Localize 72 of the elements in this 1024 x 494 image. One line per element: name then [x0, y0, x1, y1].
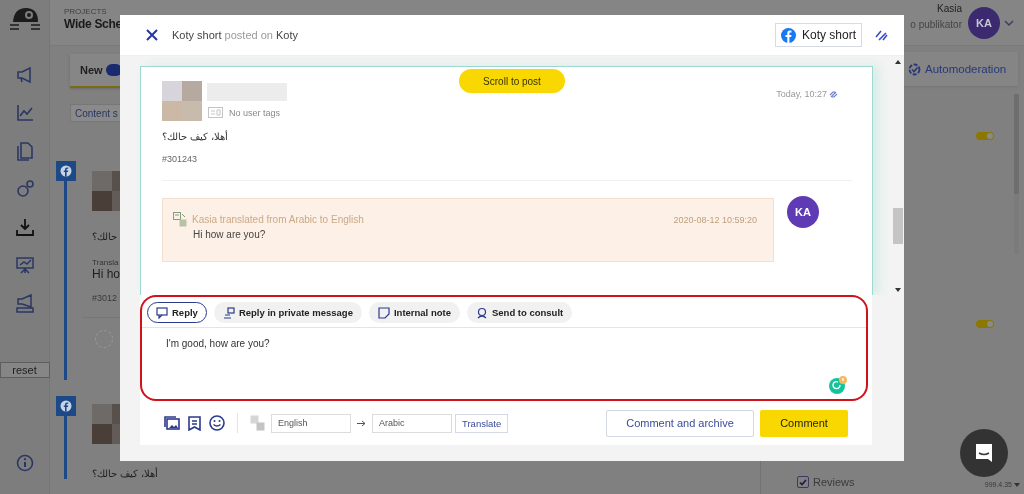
- checkmark-icon: [799, 478, 807, 486]
- scroll-to-post-button[interactable]: Scroll to post: [459, 69, 565, 93]
- status-tab[interactable]: New: [80, 64, 122, 76]
- chat-button[interactable]: [960, 429, 1008, 477]
- toggle-switch[interactable]: [976, 132, 994, 140]
- section-label: PROJECTS: [64, 7, 108, 17]
- facebook-icon: [780, 27, 796, 43]
- image-gallery-icon[interactable]: [164, 416, 180, 430]
- account-button[interactable]: Koty short: [774, 23, 862, 47]
- comment-button[interactable]: Comment: [760, 409, 848, 437]
- person-icon: [475, 306, 488, 319]
- badge-check-icon: [908, 62, 921, 76]
- reply-mode-tab[interactable]: Reply: [147, 302, 207, 323]
- user-avatar[interactable]: KA: [968, 6, 1000, 39]
- post-text: أهلا، كيف حالك؟: [92, 468, 158, 479]
- caret-down-icon: [1014, 482, 1020, 487]
- comment-and-archive-button[interactable]: Comment and archive: [606, 409, 754, 437]
- close-button[interactable]: [144, 27, 160, 43]
- chat-bubble-icon: [973, 442, 995, 464]
- source-language-field[interactable]: English: [271, 413, 351, 433]
- chevron-down-icon: [1004, 19, 1014, 26]
- user-tags-label: No user tags: [229, 107, 281, 118]
- line-chart-icon: [14, 103, 35, 123]
- cat-logo-icon: [7, 6, 42, 32]
- translation-info: Kasia translated from Arabic to English: [192, 214, 364, 225]
- translate-icon: [173, 212, 187, 227]
- documents-icon: [14, 141, 35, 161]
- post-id: #301243: [162, 154, 199, 164]
- download-tray-icon: [14, 217, 35, 237]
- reply-mode-tab[interactable]: Internal note: [368, 302, 460, 323]
- scrollbar-thumb[interactable]: [892, 208, 903, 244]
- reply-mode-tab[interactable]: Reply in private message: [213, 302, 362, 323]
- post-id: #3012: [92, 293, 118, 303]
- presentation-icon: [14, 255, 35, 275]
- translate-icon: [250, 415, 265, 431]
- post-text: أهلا، كيف حالك؟: [162, 131, 228, 142]
- info-icon: [15, 454, 34, 472]
- scroll-down-icon: [894, 288, 901, 292]
- close-icon: [146, 29, 158, 41]
- checkbox[interactable]: [797, 476, 809, 488]
- gears-icon: [14, 179, 35, 199]
- reset-button[interactable]: reset: [0, 362, 50, 378]
- reply-mode-tab[interactable]: Send to consult: [466, 302, 573, 323]
- translation-label: Transla: [92, 258, 119, 267]
- note-icon: [377, 306, 390, 319]
- dialog-title: Koty short posted on Koty: [172, 29, 299, 41]
- chat-person-icon: [222, 306, 235, 319]
- post-text: حالك؟: [92, 231, 117, 242]
- speech-bubble-icon: [156, 306, 168, 319]
- toggle-switch[interactable]: [976, 320, 994, 328]
- post-time: Today, 10:27: [776, 89, 827, 99]
- tab-label: New: [80, 64, 103, 76]
- reply-composer[interactable]: Reply Reply in private message Internal note Send to consult I'm good, how are you?: [140, 295, 868, 401]
- unlink-icon[interactable]: [874, 28, 888, 42]
- translate-button[interactable]: Translate: [455, 413, 509, 433]
- target-language-field[interactable]: Arabic: [372, 413, 452, 433]
- reply-field[interactable]: I'm good, how are you?: [142, 328, 828, 395]
- tag-card-icon: [208, 107, 223, 118]
- megaphone-board-icon: [14, 293, 35, 313]
- user-avatar: KA: [787, 196, 819, 228]
- link-icon: [829, 89, 838, 99]
- translated-text: Hi ho: [92, 267, 120, 281]
- filter-label: Reviews: [813, 476, 855, 488]
- grammar-assistant-icon[interactable]: [828, 375, 848, 395]
- smiley-icon[interactable]: [209, 415, 225, 431]
- arrow-right-icon: [357, 419, 366, 427]
- scroll-up-icon: [894, 60, 901, 64]
- bookmark-list-icon[interactable]: [188, 415, 201, 431]
- translation-time: 2020-08-12 10:59:20: [673, 214, 757, 225]
- user-name: Kasia: [937, 3, 962, 15]
- translated-text: Hi how are you?: [193, 229, 267, 240]
- count-badge: [105, 64, 122, 76]
